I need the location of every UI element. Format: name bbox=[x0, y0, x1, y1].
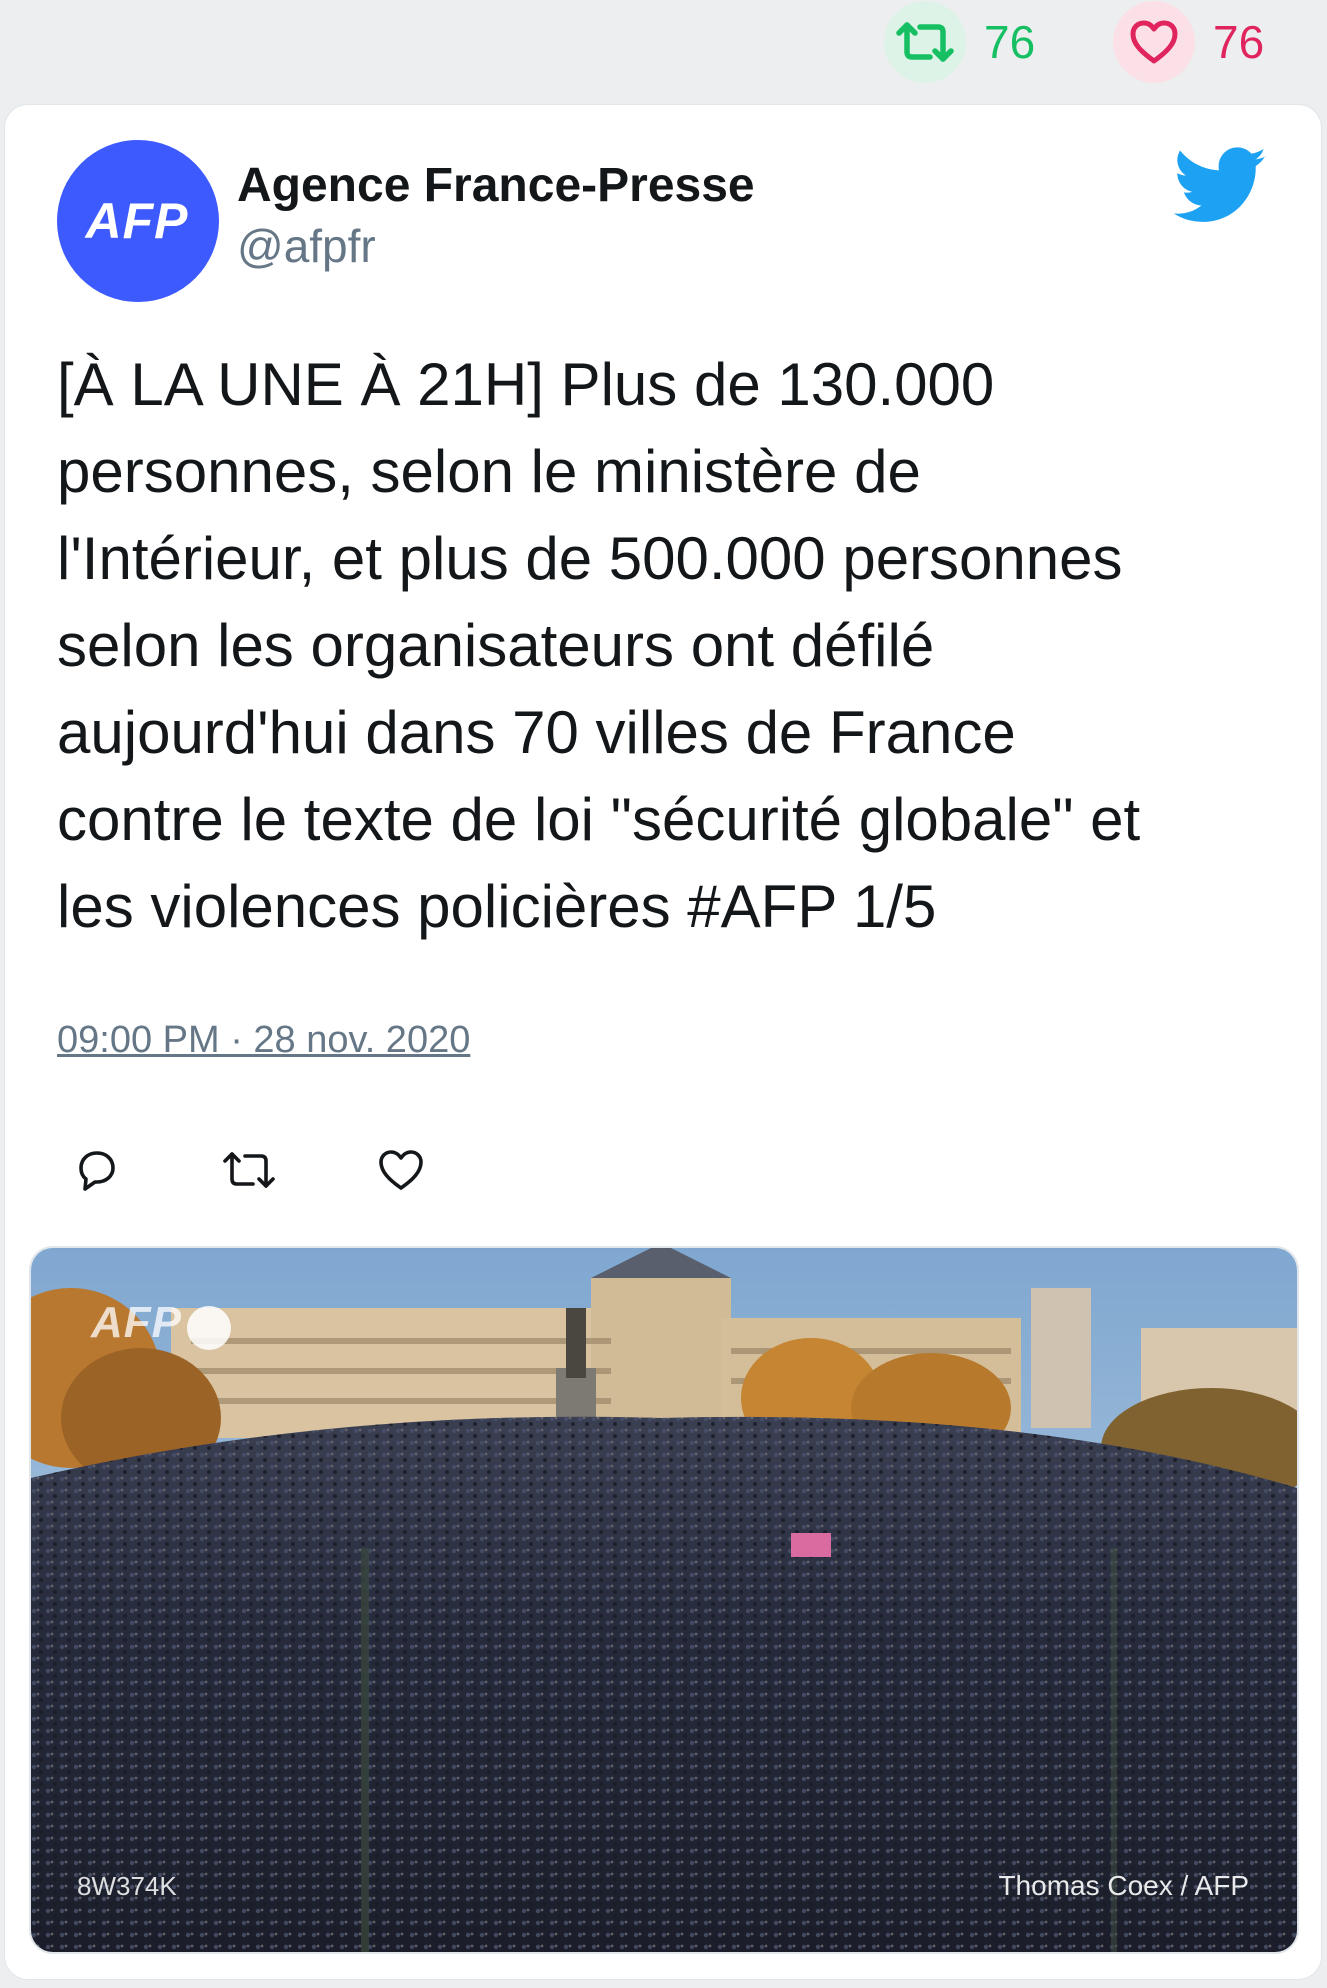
heart-icon bbox=[379, 1150, 423, 1190]
heart-icon bbox=[1113, 1, 1195, 83]
avatar-logo-text: AFP bbox=[85, 193, 189, 249]
retweet-icon bbox=[223, 1152, 275, 1188]
watermark-dot bbox=[187, 1306, 231, 1350]
retweet-button[interactable] bbox=[219, 1140, 279, 1200]
like-count: 76 bbox=[1213, 16, 1265, 68]
like-button[interactable] bbox=[371, 1140, 431, 1200]
crowd-photo-image bbox=[31, 1248, 1297, 1952]
author-handle[interactable]: @afpfr bbox=[237, 221, 376, 272]
tweet-actions bbox=[67, 1140, 523, 1200]
afp-watermark: AFP bbox=[91, 1298, 182, 1347]
retweet-stat[interactable]: 76 bbox=[884, 1, 1036, 83]
retweet-count: 76 bbox=[984, 16, 1036, 68]
photo-credit: Thomas Coex / AFP bbox=[998, 1870, 1249, 1901]
author-name[interactable]: Agence France-Presse bbox=[237, 159, 755, 213]
twitter-bird-icon[interactable] bbox=[1173, 147, 1269, 225]
tweet-card[interactable]: AFP Agence France-Presse @afpfr [À LA UN… bbox=[4, 104, 1322, 1980]
tweet-timestamp[interactable]: 09:00 PM · 28 nov. 2020 bbox=[57, 1019, 470, 1062]
engagement-bar: 76 76 bbox=[0, 0, 1327, 100]
avatar[interactable]: AFP bbox=[57, 140, 219, 302]
tweet-photo[interactable]: AFP 8W374K Thomas Coex / AFP bbox=[29, 1246, 1299, 1954]
photo-code: 8W374K bbox=[77, 1871, 177, 1901]
reply-icon bbox=[79, 1151, 115, 1191]
reply-button[interactable] bbox=[67, 1140, 127, 1200]
retweet-icon bbox=[884, 1, 966, 83]
tweet-text: [À LA UNE À 21H] Plus de 130.000 personn… bbox=[57, 351, 1141, 940]
like-stat[interactable]: 76 bbox=[1113, 1, 1265, 83]
